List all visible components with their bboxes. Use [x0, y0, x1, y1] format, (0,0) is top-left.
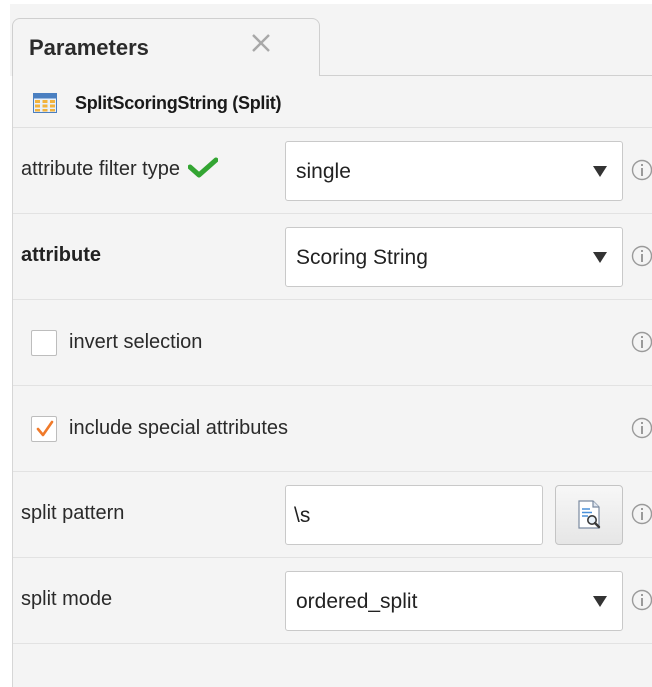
info-icon[interactable] [631, 589, 652, 611]
dropdown-arrow-icon [592, 594, 608, 608]
include-special-attributes-checkbox[interactable] [31, 416, 57, 442]
info-icon[interactable] [631, 245, 652, 267]
split-mode-select[interactable]: ordered_split [285, 571, 623, 631]
operator-header: SplitScoringString (Split) [13, 76, 652, 128]
include-special-attributes-label: include special attributes [69, 417, 289, 439]
split-operator-icon [33, 93, 57, 113]
param-row-split-pattern: split pattern \s [13, 472, 652, 558]
param-row-invert-selection: invert selection [13, 300, 652, 386]
close-icon[interactable] [247, 29, 275, 57]
select-value: ordered_split [296, 590, 418, 613]
info-icon[interactable] [631, 159, 652, 181]
invert-selection-checkbox[interactable] [31, 330, 57, 356]
param-label-attribute-filter-type: attribute filter type [21, 157, 219, 181]
check-icon [187, 157, 219, 179]
tab-parameters[interactable]: Parameters [12, 18, 320, 78]
select-value: Scoring String [296, 246, 428, 269]
select-value: single [296, 160, 351, 183]
param-label-attribute: attribute [21, 244, 101, 266]
param-row-attribute-filter-type: attribute filter type single [13, 128, 652, 214]
regex-editor-icon [578, 500, 601, 529]
dropdown-arrow-icon [592, 164, 608, 178]
info-icon[interactable] [631, 417, 652, 439]
param-label-split-pattern: split pattern [21, 502, 125, 524]
invert-selection-label: invert selection [69, 331, 203, 353]
attribute-filter-type-select[interactable]: single [285, 141, 623, 201]
regex-editor-button[interactable] [555, 485, 623, 545]
param-row-split-mode: split mode ordered_split [13, 558, 652, 644]
parameters-panel: Parameters SplitScoringString (Split) at… [0, 0, 652, 687]
param-label-text: attribute filter type [21, 158, 180, 180]
parameters-content: SplitScoringString (Split) attribute fil… [12, 76, 652, 687]
param-label-split-mode: split mode [21, 588, 113, 610]
tab-title: Parameters [29, 35, 149, 60]
info-icon[interactable] [631, 331, 652, 353]
info-icon[interactable] [631, 503, 652, 525]
split-pattern-value: \s [294, 504, 311, 527]
param-row-attribute: attribute Scoring String [13, 214, 652, 300]
operator-title: SplitScoringString (Split) [75, 93, 282, 113]
dropdown-arrow-icon [592, 250, 608, 264]
attribute-select[interactable]: Scoring String [285, 227, 623, 287]
param-row-include-special-attributes: include special attributes [13, 386, 652, 472]
split-pattern-input[interactable]: \s [285, 485, 543, 545]
